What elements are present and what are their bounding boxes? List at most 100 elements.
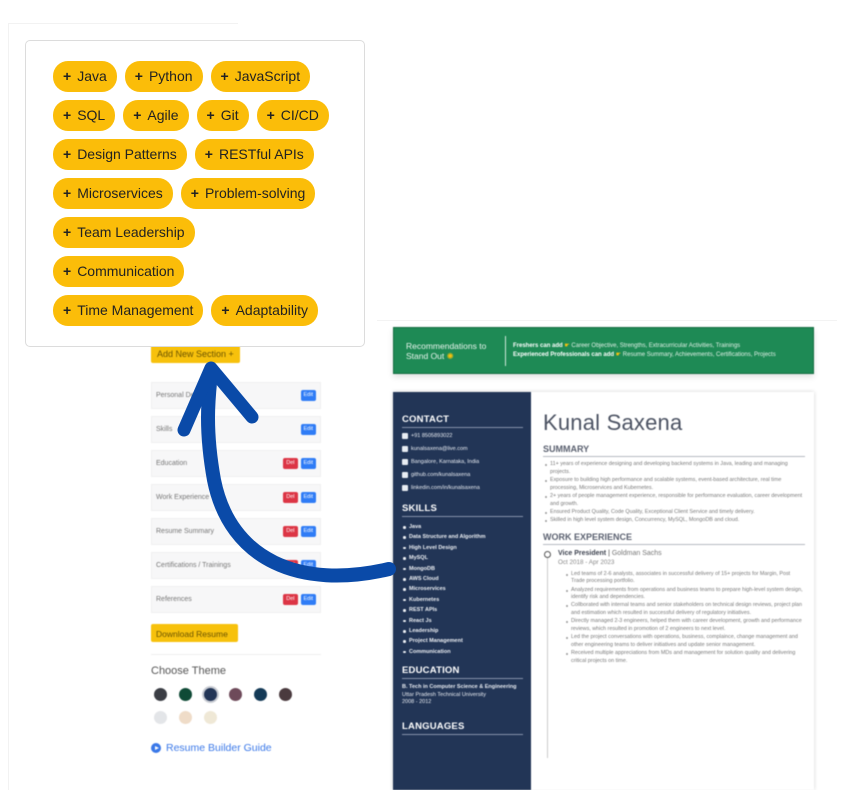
section-row: Resume Summary Del Edit (151, 518, 321, 545)
delete-section-button[interactable]: Del (283, 492, 298, 503)
section-list: Personal Details Edit Skills Edit Education D… (151, 382, 321, 613)
skill-chip-label: CI/CD (280, 107, 319, 123)
add-skill-chip[interactable]: + JavaScript (210, 61, 311, 92)
contact-list: +91 8505893022 kunalsaxena@live.com Bangal… (402, 433, 523, 491)
skill-chip-label: Java (77, 68, 107, 84)
sparkle-icon: ✺ (446, 350, 454, 361)
banner-separator (505, 335, 506, 366)
freshers-line: Freshers can add ☛ Career Objective, Str… (513, 342, 741, 349)
skill-chip-row: + Java + Python + JavaScript (53, 61, 344, 92)
add-skill-chip[interactable]: + Time Management (53, 295, 204, 326)
job-company: Goldman Sachs (611, 549, 662, 557)
add-skill-chip[interactable]: + Agile (123, 100, 189, 131)
theme-swatches (151, 688, 301, 734)
recommendations-banner: Recommendations to Stand Out ✺ Freshers … (393, 327, 814, 374)
job-bullet: Collborated with internal teams and seni… (564, 602, 805, 617)
edit-section-button[interactable]: Edit (300, 594, 316, 605)
plus-icon: + (134, 68, 143, 84)
plus-icon: + (206, 107, 215, 123)
skill-chip-label: Communication (77, 263, 175, 279)
contact-text: kunalsaxena@live.com (411, 446, 468, 452)
github-icon (402, 472, 408, 478)
resume-skill-item: Microservices (402, 584, 523, 594)
pointer-icon: ☛ (564, 342, 570, 349)
delete-section-button[interactable]: Del (283, 560, 298, 571)
contact-item: github.com/kunalsaxena (402, 472, 523, 478)
edit-section-button[interactable]: Edit (300, 560, 316, 571)
skill-suggestions-card: + Java + Python + JavaScript + SQL + Agile + Git + CI… (25, 40, 365, 347)
skill-chip-row: + Communication (53, 256, 344, 287)
resume-builder-guide-link[interactable]: Resume Builder Guide (151, 742, 321, 754)
theme-swatch-navy[interactable] (204, 688, 217, 701)
add-skill-chip[interactable]: + Python (124, 61, 203, 92)
add-skill-chip[interactable]: + Git (196, 100, 249, 131)
skill-chip-label: Agile (147, 107, 179, 123)
theme-swatch-forest-green[interactable] (179, 688, 192, 701)
theme-swatch-plum[interactable] (229, 688, 242, 701)
download-resume-button[interactable]: Download Resume (151, 624, 238, 642)
theme-swatch-light-gray[interactable] (154, 711, 167, 724)
resume-skill-item: REST APIs (402, 605, 523, 615)
add-skill-chip[interactable]: + CI/CD (256, 100, 329, 131)
delete-section-button[interactable]: Del (283, 594, 298, 605)
skill-chip-label: Time Management (77, 302, 194, 318)
theme-swatch-charcoal[interactable] (154, 688, 167, 701)
add-new-section-button[interactable]: Add New Section + (151, 345, 240, 363)
edit-section-button[interactable]: Edit (300, 424, 316, 435)
section-row: Certifications / Trainings Del Edit (151, 552, 321, 579)
edit-section-button[interactable]: Edit (300, 458, 316, 469)
section-label: Skills (156, 426, 173, 433)
contact-heading: CONTACT (402, 414, 523, 428)
resume-name: Kunal Saxena (543, 410, 683, 435)
section-row: Personal Details Edit (151, 382, 321, 409)
plus-icon: + (63, 68, 72, 84)
job-bullet: Analyzed requirements from operations an… (564, 587, 805, 602)
add-skill-chip[interactable]: + Microservices (53, 178, 173, 209)
theme-swatch-dark-brown[interactable] (279, 688, 292, 701)
skill-chip-label: SQL (77, 107, 106, 123)
add-skill-chip[interactable]: + Team Leadership (53, 217, 195, 248)
skill-chip-row: + Team Leadership (53, 217, 344, 248)
recommendations-body: Freshers can add ☛ Career Objective, Str… (513, 342, 776, 360)
edit-section-button[interactable]: Edit (300, 492, 316, 503)
add-skill-chip[interactable]: + RESTful APIs (194, 139, 314, 170)
location-icon (402, 459, 408, 465)
delete-section-button[interactable]: Del (283, 458, 298, 469)
timeline-dot-icon (544, 550, 551, 558)
plus-icon: + (63, 185, 72, 201)
plus-icon: + (190, 185, 199, 201)
theme-swatch-cream-dots[interactable] (204, 711, 217, 724)
summary-item: Ensured Product Quality, Code Quality, E… (543, 509, 805, 517)
add-skill-chip[interactable]: + Design Patterns (53, 139, 187, 170)
job-bullets: Led teams of 2-6 analysts, associates in… (558, 571, 805, 666)
delete-section-button[interactable]: Del (283, 526, 298, 537)
contact-text: Bangalore, Karnataka, India (411, 459, 480, 465)
summary-item: 11+ years of experience designing and de… (543, 461, 805, 476)
edit-section-button[interactable]: Edit (300, 390, 316, 401)
plus-icon: + (63, 224, 72, 240)
add-skill-chip[interactable]: + Communication (53, 256, 185, 287)
divider (151, 654, 321, 655)
jobs-list: Vice President | Goldman Sachs Oct 2018 -… (543, 549, 805, 758)
skill-chip-label: Git (220, 107, 239, 123)
add-skill-chip[interactable]: + Java (53, 61, 117, 92)
theme-swatch-peach-dots[interactable] (179, 711, 192, 724)
work-experience-heading: WORK EXPERIENCE (543, 532, 805, 545)
resume-skill-item: Project Management (402, 636, 523, 646)
guide-link-label: Resume Builder Guide (166, 742, 272, 754)
skill-chip-row: + Microservices + Problem-solving (53, 178, 344, 209)
edit-section-button[interactable]: Edit (300, 526, 316, 537)
email-icon (402, 446, 408, 452)
section-row: Skills Edit (151, 416, 321, 443)
pointer-icon: ☛ (615, 351, 622, 358)
theme-swatch-deep-teal[interactable] (254, 688, 267, 701)
resume-skill-item: AWS Cloud (402, 574, 523, 584)
add-skill-chip[interactable]: + SQL (53, 100, 116, 131)
plus-icon: + (204, 146, 213, 162)
add-skill-chip[interactable]: + Problem-solving (180, 178, 316, 209)
summary-list: 11+ years of experience designing and de… (543, 461, 805, 525)
add-skill-chip[interactable]: + Adaptability (211, 295, 318, 326)
job-bullet: Led the project conversations with opera… (564, 634, 805, 649)
choose-theme-label: Choose Theme (151, 665, 227, 677)
plus-icon: + (63, 146, 72, 162)
